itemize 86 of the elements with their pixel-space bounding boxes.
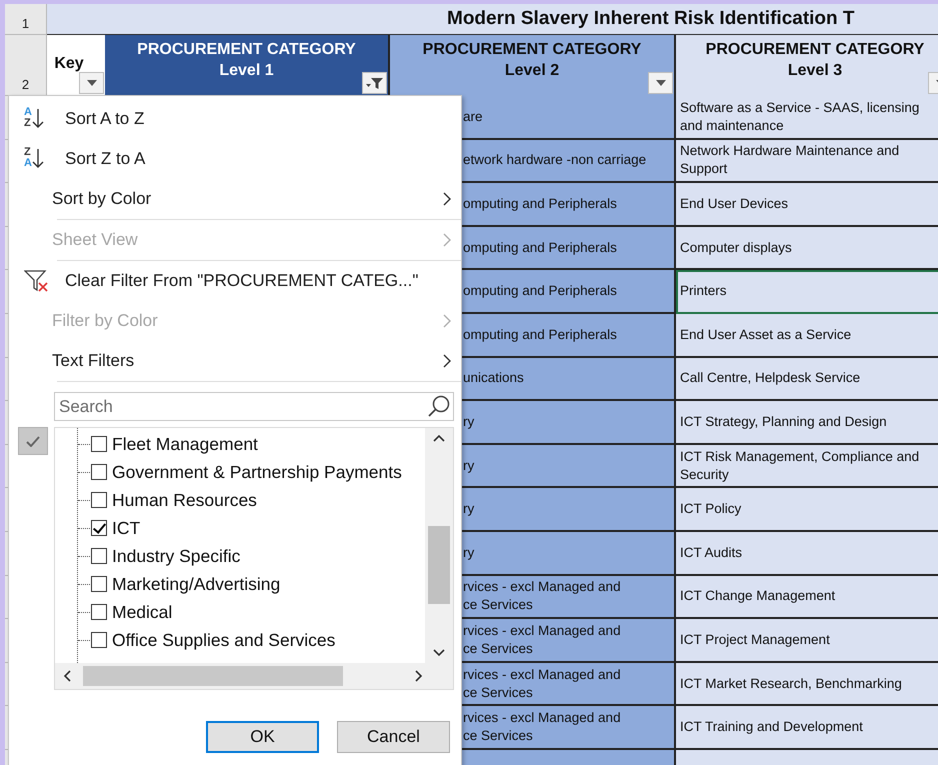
table-cell: ICT Policy (680, 500, 742, 518)
checkbox[interactable] (91, 492, 107, 508)
checkbox[interactable] (91, 576, 107, 592)
dropdown-arrow-icon (86, 80, 96, 86)
table-cell: ICT Risk Management, Compliance and Security (680, 448, 920, 484)
table-cell: ry (463, 412, 474, 431)
value-label: Marketing/Advertising (112, 574, 280, 594)
table-cell: End User Devices (680, 194, 788, 213)
dropdown-arrow-icon (656, 80, 666, 86)
checkbox[interactable] (91, 436, 107, 452)
table-cell: ICT Project Management (680, 630, 830, 649)
value-label: ICT (112, 518, 140, 538)
table-cell: rvices - excl Managed and ce Services (463, 622, 621, 658)
table-cell: ICT Audits (680, 544, 742, 562)
horizontal-scrollbar[interactable] (55, 663, 453, 689)
vertical-scrollbar[interactable] (425, 428, 453, 664)
table-cell: End User Asset as a Service (680, 326, 852, 344)
table-cell: Software as a Service - SAAS, licensing and maintenance (680, 98, 920, 135)
table-cell: are (463, 108, 483, 126)
table-cell: Network Hardware Maintenance and Support (680, 142, 900, 178)
menu-item[interactable]: Clear Filter From "PROCUREMENT CATEG..." (9, 261, 461, 301)
table-cell: unications (463, 369, 524, 388)
sheet-title: Modern Slavery Inherent Risk Identification T (47, 4, 938, 35)
value-label: Human Resources (112, 490, 257, 510)
value-label: Office Supplies and Services (112, 630, 336, 650)
checkbox[interactable] (91, 604, 107, 620)
menu-item[interactable]: Z A Sort Z to A (9, 139, 461, 179)
table-cell: ICT Training and Development (680, 718, 863, 736)
table-cell: rvices - excl Managed and ce Services (463, 578, 621, 614)
header-label: Level 2 (504, 61, 560, 81)
scroll-left-icon[interactable] (63, 670, 71, 682)
header-label: Level 3 (788, 61, 842, 81)
table-cell: Computer displays (680, 238, 792, 257)
row-number: 2 (5, 35, 47, 96)
menu-item[interactable]: A Z Sort A to Z (9, 99, 461, 139)
menu-item[interactable]: Sort by Color (9, 179, 461, 219)
table-cell: ry (463, 456, 474, 475)
clear-filter-icon (24, 269, 50, 293)
chevron-right-icon (443, 233, 451, 247)
table-cell: Call Centre, Helpdesk Service (680, 369, 860, 388)
table-cell: omputing and Peripherals (463, 194, 617, 213)
table-cell: rvices - excl Managed and ce Services (463, 666, 621, 702)
header-label: PROCUREMENT CATEGORY (706, 40, 924, 60)
search-field[interactable]: Search (54, 392, 454, 421)
menu-item[interactable]: Text Filters (9, 341, 461, 381)
header-label: Key (54, 54, 84, 74)
checkbox[interactable] (91, 632, 107, 648)
scroll-up-icon[interactable] (433, 434, 445, 442)
table-cell: ICT Market Research, Benchmarking (680, 674, 902, 693)
value-label: Industry Specific (112, 546, 240, 566)
chevron-right-icon (443, 314, 451, 328)
cancel-button[interactable]: Cancel (337, 721, 450, 753)
scrollbar-thumb[interactable] (83, 666, 343, 686)
table-cell: ICT Strategy, Planning and Design (680, 412, 887, 431)
select-toggle[interactable] (18, 427, 48, 455)
checkbox[interactable] (91, 464, 107, 480)
table-cell: Printers (680, 282, 727, 300)
ok-button[interactable]: OK (206, 721, 319, 753)
table-cell: omputing and Peripherals (463, 238, 617, 257)
search-icon (427, 394, 451, 418)
chevron-right-icon (443, 192, 451, 206)
header-label: PROCUREMENT CATEGORY (137, 40, 356, 60)
table-cell: ICT Change Management (680, 587, 836, 606)
table-cell: omputing and Peripherals (463, 326, 617, 344)
checkbox[interactable] (91, 548, 107, 564)
scrollbar-thumb[interactable] (428, 526, 450, 604)
value-label: Government & Partnership Payments (112, 462, 402, 482)
scroll-right-icon[interactable] (415, 670, 423, 682)
filter-button[interactable] (362, 72, 387, 94)
table-cell: ry (463, 544, 474, 562)
table-cell: omputing and Peripherals (463, 282, 617, 300)
table-cell: rvices - excl Managed and ce Services (463, 709, 621, 746)
header-label: PROCUREMENT CATEGORY (422, 40, 642, 60)
row-number: 1 (5, 4, 47, 35)
value-label: Fleet Management (112, 434, 258, 454)
chevron-right-icon (443, 354, 451, 368)
table-cell: etwork hardware -non carriage (463, 151, 646, 170)
filter-button[interactable] (648, 72, 673, 94)
header-label: Level 1 (219, 61, 274, 81)
scroll-down-icon[interactable] (433, 649, 445, 658)
table-cell: ry (463, 500, 474, 518)
value-label: Medical (112, 602, 172, 622)
checkbox[interactable] (91, 520, 107, 536)
filter-icon (366, 76, 384, 90)
check-icon (26, 436, 40, 446)
filter-button[interactable] (79, 72, 104, 94)
